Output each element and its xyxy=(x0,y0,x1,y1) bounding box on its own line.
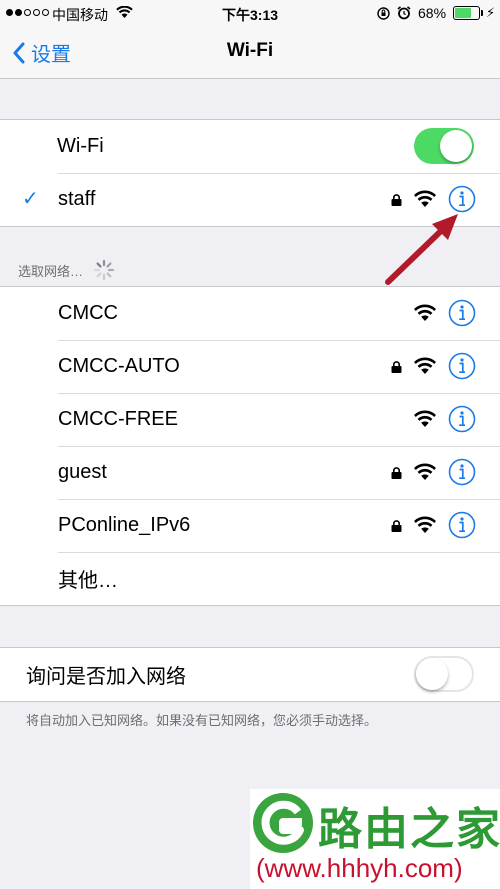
wifi-signal-icon xyxy=(414,516,436,533)
checkmark-icon: ✓ xyxy=(22,188,39,210)
choose-network-label: 选取网络… xyxy=(18,263,84,279)
wifi-toggle-switch[interactable] xyxy=(414,128,474,164)
rotation-lock-icon xyxy=(377,7,390,20)
lock-icon xyxy=(391,361,402,373)
wifi-toggle-row: Wi-Fi xyxy=(0,120,500,173)
loading-spinner-icon xyxy=(93,259,115,281)
network-name: PConline_IPv6 xyxy=(58,514,191,536)
network-row[interactable]: guest xyxy=(0,446,500,499)
wifi-signal-icon xyxy=(414,463,436,480)
annotation-arrow-icon xyxy=(385,214,458,285)
choose-network-header: 选取网络… xyxy=(18,259,115,281)
footer-note: 将自动加入已知网络。如果没有已知网络，您必须手动选择。 xyxy=(26,713,378,728)
wifi-signal-icon xyxy=(414,304,436,321)
other-network-row[interactable]: 其他… xyxy=(0,552,500,605)
network-row[interactable]: CMCC-AUTO xyxy=(0,340,500,393)
wifi-status-icon xyxy=(116,6,133,18)
networks-section: CMCC CMCC-AUTO CMCC-FREE guest PConline_IPv6… xyxy=(0,286,500,606)
battery-icon xyxy=(453,6,480,20)
ask-join-row: 询问是否加入网络 xyxy=(0,648,500,701)
watermark-logo xyxy=(253,793,313,853)
ask-join-label: 询问是否加入网络 xyxy=(26,666,186,688)
network-row[interactable]: CMCC-FREE xyxy=(0,393,500,446)
network-name: guest xyxy=(58,461,107,483)
navigation-bar: 设置 Wi-Fi xyxy=(0,27,500,79)
lock-icon xyxy=(391,520,402,532)
ask-join-switch[interactable] xyxy=(414,656,474,692)
info-icon[interactable] xyxy=(448,405,476,433)
signal-strength-icon xyxy=(6,9,49,16)
battery-percentage: 68% xyxy=(418,5,447,21)
info-icon[interactable] xyxy=(448,458,476,486)
other-network-label: 其他… xyxy=(58,570,118,592)
lock-icon xyxy=(391,467,402,479)
wifi-toggle-label: Wi-Fi xyxy=(57,135,104,157)
network-name: CMCC-FREE xyxy=(58,408,178,430)
page-title: Wi-Fi xyxy=(226,40,274,61)
clock: 下午3:13 xyxy=(222,7,279,23)
network-row[interactable]: CMCC xyxy=(0,287,500,340)
alarm-icon xyxy=(397,6,411,20)
watermark: 路由之家 (www.hhhyh.com) xyxy=(250,789,500,889)
status-bar: 中国移动 下午3:13 68% ⚡ xyxy=(0,0,500,27)
info-icon[interactable] xyxy=(448,511,476,539)
watermark-title: 路由之家 xyxy=(318,805,500,854)
network-name: staff xyxy=(58,188,96,210)
watermark-url: (www.hhhyh.com) xyxy=(256,853,463,883)
network-name: CMCC xyxy=(58,302,118,324)
lock-icon xyxy=(391,194,402,206)
info-icon[interactable] xyxy=(448,352,476,380)
network-row[interactable]: PConline_IPv6 xyxy=(0,499,500,552)
charging-bolt-icon: ⚡ xyxy=(486,5,496,20)
wifi-signal-icon xyxy=(414,410,436,427)
wifi-signal-icon xyxy=(414,190,436,207)
carrier-name: 中国移动 xyxy=(52,7,108,23)
info-icon[interactable] xyxy=(448,299,476,327)
wifi-signal-icon xyxy=(414,357,436,374)
ask-join-section: 询问是否加入网络 xyxy=(0,647,500,702)
network-name: CMCC-AUTO xyxy=(58,355,180,377)
